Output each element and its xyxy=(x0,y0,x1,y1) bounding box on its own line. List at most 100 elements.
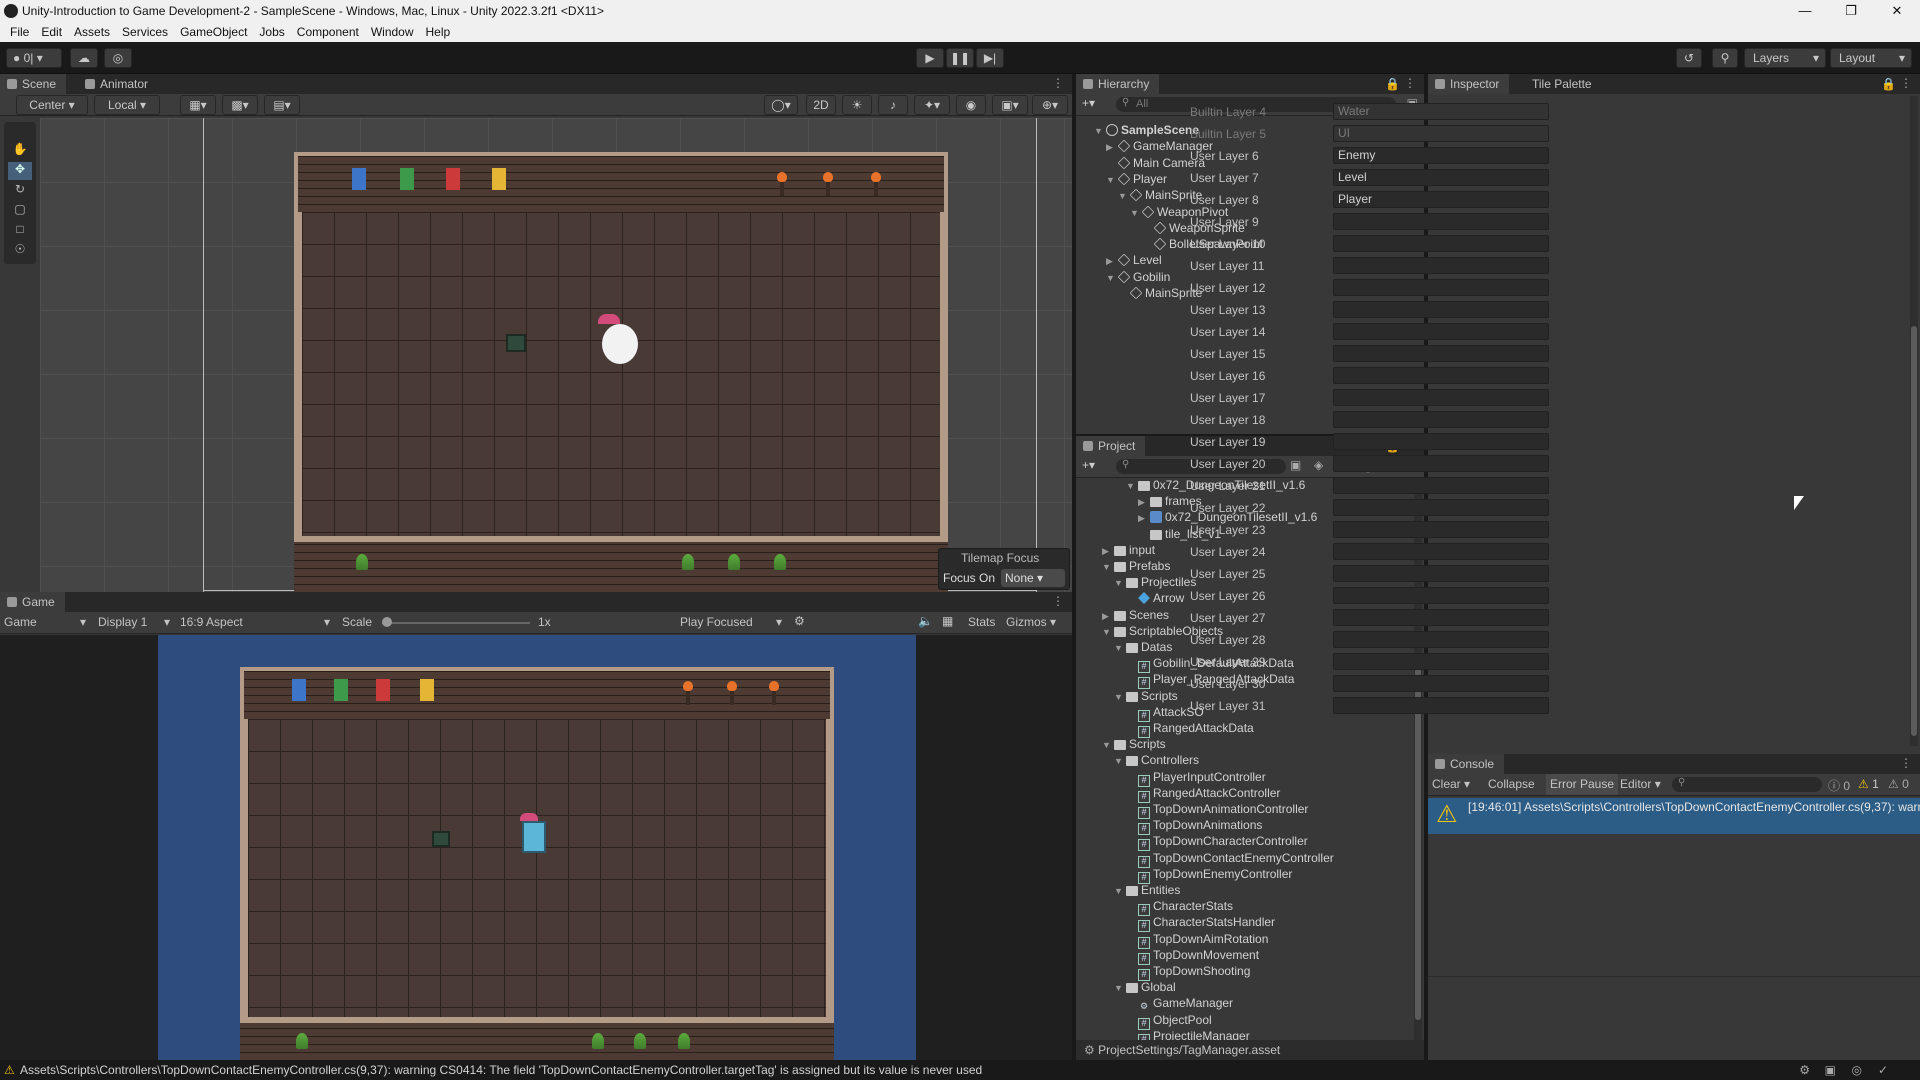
expand-down-icon[interactable]: ▼ xyxy=(1102,624,1114,640)
layer-name-field[interactable] xyxy=(1333,521,1549,538)
layer-name-field[interactable] xyxy=(1333,367,1549,384)
layer-name-field[interactable] xyxy=(1333,323,1549,340)
space-dropdown[interactable]: Local ▾ xyxy=(94,95,160,115)
goblin-sprite[interactable] xyxy=(506,334,526,352)
collapse-button[interactable]: Collapse xyxy=(1488,777,1535,791)
project-item-arrow[interactable]: Arrow xyxy=(1126,590,1184,606)
cloud-icon[interactable]: ☁ xyxy=(70,48,98,68)
bug-icon[interactable]: ⚙ xyxy=(1799,1060,1810,1080)
game-viewport[interactable] xyxy=(0,635,1072,1060)
expand-down-icon[interactable]: ▼ xyxy=(1114,753,1126,769)
expand-down-icon[interactable]: ▼ xyxy=(1114,883,1126,899)
focus-on-dropdown[interactable]: None ▾ xyxy=(1001,569,1065,587)
tab-tile-palette[interactable]: Tile Palette xyxy=(1522,74,1602,94)
scale-slider[interactable] xyxy=(382,622,530,624)
project-item-objectpool[interactable]: # ObjectPool xyxy=(1126,1012,1212,1030)
project-item-controllers[interactable]: ▼ Controllers xyxy=(1114,752,1199,768)
menu-window[interactable]: Window xyxy=(365,22,420,42)
player-sprite[interactable] xyxy=(602,324,638,364)
layer-name-field[interactable] xyxy=(1333,697,1549,714)
hand-tool-icon[interactable]: ✋ xyxy=(8,142,32,160)
tab-project[interactable]: Project xyxy=(1076,436,1146,456)
expand-down-icon[interactable]: ▼ xyxy=(1114,980,1126,996)
layer-name-field[interactable] xyxy=(1333,301,1549,318)
expand-down-icon[interactable]: ▼ xyxy=(1114,689,1126,705)
menu-jobs[interactable]: Jobs xyxy=(253,22,290,42)
project-item-gamemanager[interactable]: ⚙ GameManager xyxy=(1126,995,1233,1011)
expand-right-icon[interactable]: ▶ xyxy=(1106,253,1118,269)
layers-dropdown[interactable]: Layers ▾ xyxy=(1744,48,1826,68)
layer-name-field[interactable] xyxy=(1333,257,1549,274)
project-item-topdownshooting[interactable]: # TopDownShooting xyxy=(1126,963,1250,981)
project-item-topdownanimations[interactable]: # TopDownAnimations xyxy=(1126,817,1262,836)
layer-name-field[interactable] xyxy=(1333,279,1549,296)
layer-name-field[interactable] xyxy=(1333,389,1549,406)
project-item-entities[interactable]: ▼ Entities xyxy=(1114,882,1180,898)
search-icon[interactable]: ⚲ xyxy=(1712,48,1738,68)
layer-name-field[interactable] xyxy=(1333,345,1549,362)
display-select[interactable]: Display 1 ▾ xyxy=(98,615,172,629)
project-item-topdowncontactenemycontroller[interactable]: # TopDownContactEnemyController xyxy=(1126,850,1334,868)
tab-animator[interactable]: Animator xyxy=(78,74,158,94)
project-item-prefabs[interactable]: ▼ Prefabs xyxy=(1102,558,1170,574)
layer-name-field[interactable] xyxy=(1333,631,1549,648)
gizmos-dropdown[interactable]: Gizmos ▾ xyxy=(1006,615,1056,629)
more-menu-icon[interactable]: ⋮ xyxy=(1900,756,1912,770)
step-button[interactable]: ▶| xyxy=(976,48,1004,68)
layer-name-field[interactable] xyxy=(1333,499,1549,516)
layer-name-field[interactable] xyxy=(1333,411,1549,428)
lighting-icon[interactable]: ☀ xyxy=(842,95,872,115)
restore-icon[interactable]: ❐ xyxy=(1828,0,1874,22)
effects-icon[interactable]: ✦▾ xyxy=(914,95,950,115)
lock-icon[interactable]: 🔒 xyxy=(1385,77,1400,91)
minimize-icon[interactable]: — xyxy=(1782,0,1828,22)
expand-right-icon[interactable]: ▶ xyxy=(1138,510,1150,526)
hierarchy-item-player[interactable]: ▼ Player xyxy=(1106,171,1167,187)
project-item-topdownenemycontroller[interactable]: # TopDownEnemyController xyxy=(1126,866,1292,884)
menu-gameobject[interactable]: GameObject xyxy=(174,22,253,42)
stats-button[interactable]: Stats xyxy=(968,615,995,629)
draw-mode-icon[interactable]: ◯▾ xyxy=(764,95,798,115)
project-item-playerinputcontroller[interactable]: # PlayerInputController xyxy=(1126,769,1266,787)
editor-dropdown[interactable]: Editor ▾ xyxy=(1620,777,1661,791)
grid-snap-icon[interactable]: ▦▾ xyxy=(180,95,216,115)
layer-name-field[interactable] xyxy=(1333,609,1549,626)
clear-dropdown[interactable]: Clear ▾ xyxy=(1432,777,1470,791)
tab-inspector[interactable]: Inspector xyxy=(1428,74,1510,94)
pause-button[interactable]: ❚❚ xyxy=(946,48,974,68)
view-select[interactable]: Game ▾ xyxy=(4,615,88,629)
layer-name-field[interactable] xyxy=(1333,455,1549,472)
expand-right-icon[interactable]: ▶ xyxy=(1102,543,1114,559)
expand-down-icon[interactable]: ▼ xyxy=(1102,559,1114,575)
hierarchy-item-level[interactable]: ▶ Level xyxy=(1106,252,1162,268)
project-item-topdownaimrotation[interactable]: # TopDownAimRotation xyxy=(1126,931,1268,949)
tab-hierarchy[interactable]: Hierarchy xyxy=(1076,74,1160,94)
expand-right-icon[interactable]: ▶ xyxy=(1106,139,1118,155)
more-menu-icon[interactable]: ⋮ xyxy=(1900,76,1912,90)
expand-right-icon[interactable]: ▶ xyxy=(1102,608,1114,624)
layout-dropdown[interactable]: Layout ▾ xyxy=(1830,48,1912,68)
project-item-characterstats[interactable]: # CharacterStats xyxy=(1126,898,1233,917)
lock-icon[interactable]: 🔒 xyxy=(1881,77,1896,91)
menu-assets[interactable]: Assets xyxy=(68,22,116,42)
bug-icon[interactable]: ⚙ xyxy=(794,614,805,628)
play-mode-select[interactable]: Play Focused ▾ xyxy=(680,615,784,629)
history-icon[interactable]: ↺ xyxy=(1676,48,1702,68)
cache-icon[interactable]: ▣ xyxy=(1825,1060,1836,1080)
scale-slider-thumb[interactable] xyxy=(382,617,392,627)
more-menu-icon[interactable]: ⋮ xyxy=(1052,594,1064,608)
project-item-input[interactable]: ▶ input xyxy=(1102,542,1155,558)
project-item-topdownanimationcontroller[interactable]: # TopDownAnimationController xyxy=(1126,801,1308,819)
add-icon[interactable]: +▾ xyxy=(1082,458,1095,472)
aspect-select[interactable]: 16:9 Aspect ▾ xyxy=(180,615,332,629)
play-button[interactable]: ▶ xyxy=(916,48,944,68)
project-item-scripts[interactable]: ▼ Scripts xyxy=(1114,688,1178,704)
menu-edit[interactable]: Edit xyxy=(35,22,68,42)
rect-tool-icon[interactable]: □ xyxy=(8,222,32,240)
tab-scene[interactable]: Scene xyxy=(0,74,67,94)
layer-name-field[interactable] xyxy=(1333,235,1549,252)
menu-file[interactable]: File xyxy=(4,22,35,42)
transform-tool-icon[interactable]: ☉ xyxy=(8,242,32,260)
project-item-datas[interactable]: ▼ Datas xyxy=(1114,639,1172,655)
layer-name-field[interactable] xyxy=(1333,565,1549,582)
